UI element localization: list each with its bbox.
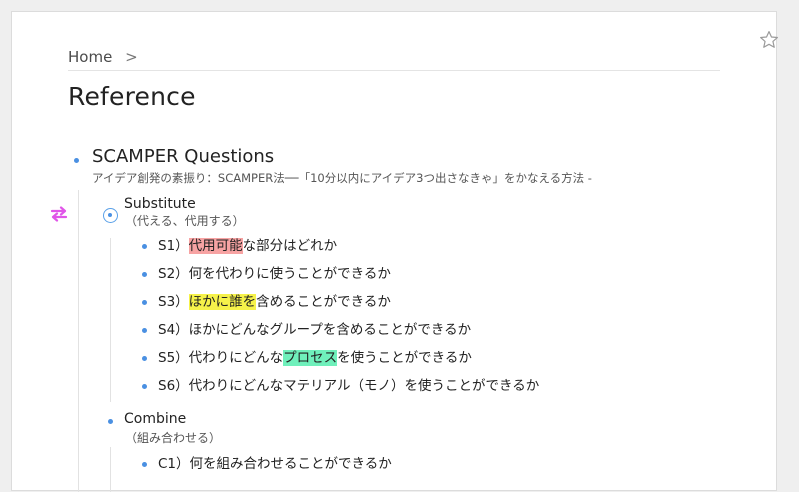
document-page: Home > Reference SCAMPER Questions アイデア創…	[11, 11, 780, 492]
combine-bullet[interactable]	[108, 419, 113, 424]
item-bullet	[142, 384, 147, 389]
breadcrumb-home-link[interactable]: Home	[68, 48, 112, 66]
item-bullet	[142, 328, 147, 333]
highlight-green: プロセス	[283, 350, 338, 366]
section-note-substitute: （代える、代用する）	[125, 214, 245, 228]
item-bullet	[142, 272, 147, 277]
combine-children-guide	[110, 447, 111, 492]
substitute-selected-bullet[interactable]	[103, 208, 118, 223]
root-children-guide	[78, 190, 79, 492]
section-title-substitute[interactable]: Substitute	[124, 196, 196, 212]
item-bullet	[142, 462, 147, 467]
root-item-title[interactable]: SCAMPER Questions	[92, 146, 274, 167]
item-bullet	[142, 244, 147, 249]
substitute-children-guide	[110, 238, 111, 402]
section-note-combine: （組み合わせる）	[125, 431, 222, 445]
breadcrumb: Home >	[68, 48, 720, 71]
highlight-yellow: ほかに誰を	[188, 294, 257, 310]
section-title-combine[interactable]: Combine	[124, 411, 186, 427]
highlight-red: 代用可能	[188, 238, 243, 254]
root-item-note: アイデア創発の素振り：SCAMPER法──「10分以内にアイデア3つ出さなきゃ」…	[92, 171, 592, 185]
item-bullet	[142, 356, 147, 361]
star-icon[interactable]	[758, 29, 780, 51]
page-title: Reference	[68, 82, 196, 111]
root-bullet[interactable]	[74, 158, 79, 163]
item-bullet	[142, 300, 147, 305]
move-arrows-icon[interactable]	[50, 206, 68, 222]
breadcrumb-separator: >	[125, 48, 138, 66]
